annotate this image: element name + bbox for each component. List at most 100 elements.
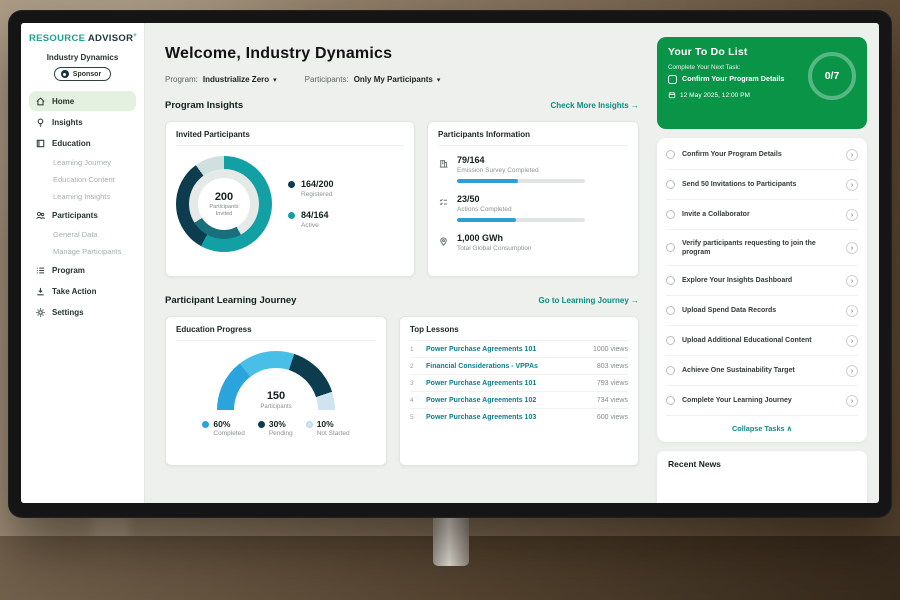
- participants-dropdown[interactable]: Participants: Only My Participants ▾: [305, 75, 441, 84]
- scene: RESOURCE ADVISOR+ Industry Dynamics Spon…: [0, 0, 900, 600]
- lesson-row: 2 Financial Considerations - VPPAs 803 v…: [410, 358, 628, 375]
- collapse-tasks-button[interactable]: Collapse Tasks ∧: [666, 416, 858, 440]
- task-row[interactable]: Upload Additional Educational Content ›: [666, 326, 858, 356]
- filter-bar: Program: Industrialize Zero ▾ Participan…: [165, 75, 639, 84]
- checkbox-icon[interactable]: [666, 276, 675, 285]
- card-title: Top Lessons: [410, 325, 628, 341]
- task-row[interactable]: Upload Spend Data Records ›: [666, 296, 858, 326]
- task-label: Complete Your Learning Journey: [682, 396, 839, 405]
- checkbox-icon[interactable]: [666, 243, 675, 252]
- sidebar: RESOURCE ADVISOR+ Industry Dynamics Spon…: [21, 23, 145, 503]
- learning-journey-header: Participant Learning Journey Go to Learn…: [165, 295, 639, 306]
- legend-item-not-started: 10% Not Started: [306, 419, 350, 437]
- sidebar-item-learning-journey[interactable]: Learning Journey: [29, 154, 136, 170]
- legend-value: 30%: [269, 419, 286, 429]
- chevron-right-icon[interactable]: ›: [846, 209, 858, 221]
- chevron-right-icon[interactable]: ›: [846, 335, 858, 347]
- lesson-rank: 3: [410, 380, 419, 387]
- building-icon: [438, 155, 449, 183]
- chevron-right-icon[interactable]: ›: [846, 242, 858, 254]
- task-label: Verify participants requesting to join t…: [682, 239, 839, 257]
- map-pin-icon: [438, 233, 449, 252]
- donut-center-value: 200: [215, 191, 233, 203]
- page-title: Welcome, Industry Dynamics: [165, 45, 639, 63]
- sidebar-item-general-data[interactable]: General Data: [29, 226, 136, 242]
- check-more-insights-link[interactable]: Check More Insights →: [551, 101, 639, 110]
- task-row[interactable]: Invite a Collaborator ›: [666, 200, 858, 230]
- top-lessons-card: Top Lessons 1 Power Purchase Agreements …: [399, 316, 639, 466]
- program-dropdown[interactable]: Program: Industrialize Zero ▾: [165, 75, 277, 84]
- gauge-center-label: Participants: [217, 404, 335, 410]
- checkbox-icon[interactable]: [666, 150, 675, 159]
- link-label: Check More Insights: [551, 101, 629, 110]
- legend-value: 60%: [213, 419, 230, 429]
- stat-value: 79/164: [457, 155, 585, 165]
- checkbox-icon[interactable]: [666, 336, 675, 345]
- lesson-link[interactable]: Power Purchase Agreements 103: [426, 414, 590, 421]
- chevron-right-icon[interactable]: ›: [846, 395, 858, 407]
- task-row[interactable]: Achieve One Sustainability Target ›: [666, 356, 858, 386]
- checkbox-icon[interactable]: [666, 396, 675, 405]
- participants-filter-value: Only My Participants: [354, 75, 433, 84]
- checkbox-icon[interactable]: [666, 210, 675, 219]
- legend-item-active: 84/164 Active: [288, 210, 334, 229]
- chevron-right-icon[interactable]: ›: [846, 365, 858, 377]
- stat-actions-completed: 23/50 Actions Completed: [438, 194, 628, 222]
- todo-due-label: 12 May 2025, 12:00 PM: [680, 92, 750, 99]
- people-icon: [35, 210, 46, 221]
- app-logo: RESOURCE ADVISOR+: [29, 33, 136, 44]
- sidebar-item-learning-insights[interactable]: Learning Insights: [29, 188, 136, 204]
- sidebar-item-label: Program: [52, 266, 85, 275]
- legend-label: Pending: [269, 430, 293, 437]
- todo-next-task[interactable]: Confirm Your Program Details: [668, 75, 808, 84]
- progress-fill: [457, 218, 516, 222]
- lesson-link[interactable]: Financial Considerations - VPPAs: [426, 363, 590, 370]
- task-row[interactable]: Complete Your Learning Journey ›: [666, 386, 858, 416]
- sidebar-item-label: Participants: [52, 211, 98, 220]
- chevron-right-icon[interactable]: ›: [846, 149, 858, 161]
- checkbox-icon[interactable]: [668, 75, 677, 84]
- sidebar-item-program[interactable]: Program: [29, 260, 136, 280]
- chevron-right-icon[interactable]: ›: [846, 305, 858, 317]
- calendar-icon: [668, 91, 676, 99]
- sponsor-badge[interactable]: Sponsor: [54, 67, 111, 81]
- legend-label: Not Started: [317, 430, 350, 437]
- task-row[interactable]: Explore Your Insights Dashboard ›: [666, 266, 858, 296]
- logo-primary: RESOURCE: [29, 33, 85, 44]
- task-row[interactable]: Send 50 Invitations to Participants ›: [666, 170, 858, 200]
- legend-value: 84/164: [301, 210, 329, 220]
- sidebar-item-insights[interactable]: Insights: [29, 112, 136, 132]
- sidebar-item-home[interactable]: Home: [29, 91, 136, 111]
- sidebar-nav: Home Insights Education: [29, 91, 136, 322]
- todo-tasks-card: Confirm Your Program Details › Send 50 I…: [657, 138, 867, 442]
- lesson-rank: 4: [410, 397, 419, 404]
- checkbox-icon[interactable]: [666, 366, 675, 375]
- logo-sup: +: [133, 33, 137, 39]
- go-to-learning-journey-link[interactable]: Go to Learning Journey →: [539, 296, 639, 305]
- sidebar-item-participants[interactable]: Participants: [29, 205, 136, 225]
- sidebar-item-settings[interactable]: Settings: [29, 302, 136, 322]
- chevron-right-icon[interactable]: ›: [846, 179, 858, 191]
- task-row[interactable]: Verify participants requesting to join t…: [666, 230, 858, 266]
- bulb-icon: [35, 117, 46, 128]
- invited-donut-chart: 200 Participants Invited: [176, 156, 272, 252]
- stats-list: 79/164 Emission Survey Completed: [438, 155, 628, 252]
- sidebar-item-label: Manage Participants: [53, 247, 121, 256]
- lesson-link[interactable]: Power Purchase Agreements 101: [426, 380, 590, 387]
- lesson-link[interactable]: Power Purchase Agreements 101: [426, 346, 586, 353]
- sidebar-item-education-content[interactable]: Education Content: [29, 171, 136, 187]
- gauge-wrap: 150 Participants 60% Completed: [176, 351, 376, 437]
- sidebar-item-take-action[interactable]: Take Action: [29, 281, 136, 301]
- gauge-center-value: 150: [217, 391, 335, 402]
- sidebar-item-education[interactable]: Education: [29, 133, 136, 153]
- checkbox-icon[interactable]: [666, 306, 675, 315]
- lesson-views: 793 views: [597, 380, 628, 387]
- legend-dot: [258, 421, 265, 428]
- checkbox-icon[interactable]: [666, 180, 675, 189]
- sidebar-item-manage-participants[interactable]: Manage Participants: [29, 243, 136, 259]
- todo-panel: Your To Do List Complete Your Next Task:…: [653, 23, 879, 503]
- task-row[interactable]: Confirm Your Program Details ›: [666, 140, 858, 170]
- chevron-right-icon[interactable]: ›: [846, 275, 858, 287]
- lesson-rank: 1: [410, 346, 419, 353]
- lesson-link[interactable]: Power Purchase Agreements 102: [426, 397, 590, 404]
